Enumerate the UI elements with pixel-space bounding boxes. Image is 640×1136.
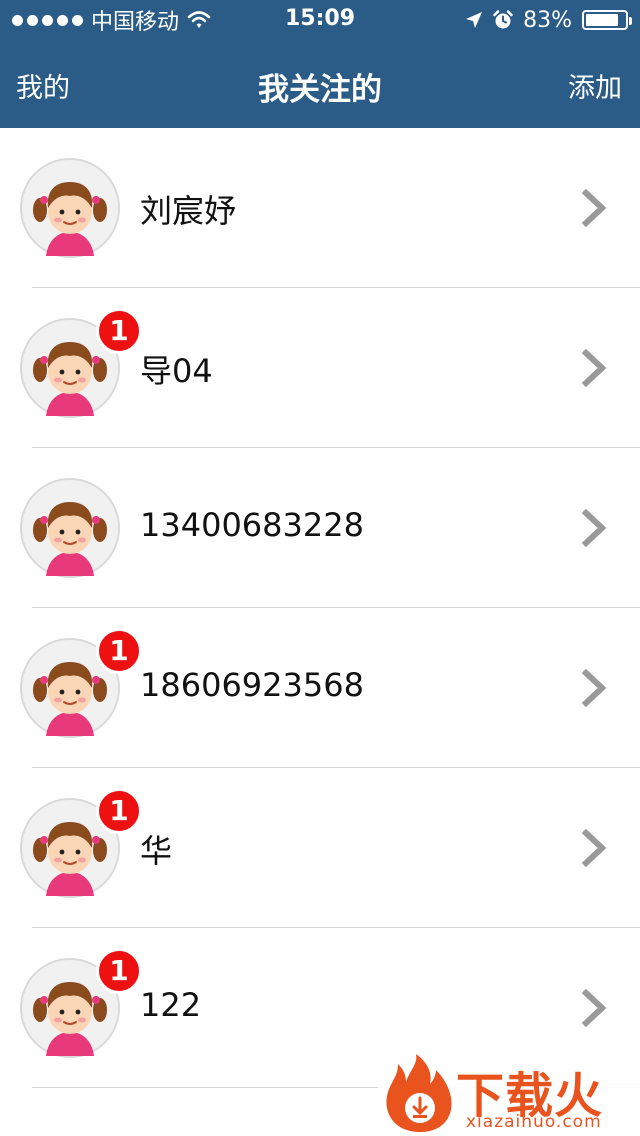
unread-badge: 1 [96, 788, 142, 834]
avatar-container: 1 [20, 308, 142, 418]
contact-row[interactable]: 13400683228 [0, 448, 640, 608]
chevron-right-icon [580, 508, 610, 548]
contact-name: 刘宸妤 [140, 192, 237, 230]
chevron-right-icon [580, 668, 610, 708]
battery-cap [629, 17, 632, 25]
contact-row[interactable]: 1 18606923568 [0, 608, 640, 768]
contact-row[interactable]: 1 导04 [0, 288, 640, 448]
watermark: 下载火 xiazaihuo.com [378, 1052, 640, 1136]
contact-name: 13400683228 [140, 506, 364, 544]
contact-name: 18606923568 [140, 666, 364, 704]
followed-list: 刘宸妤 1 导04 13400683228 1 18606923568 1 华 1 122 [0, 128, 640, 1088]
battery-percent: 83% [523, 7, 572, 33]
unread-badge: 1 [96, 948, 142, 994]
back-button-mine[interactable]: 我的 [16, 66, 70, 105]
avatar-container: 1 [20, 948, 142, 1058]
chevron-right-icon [580, 988, 610, 1028]
unread-badge: 1 [96, 308, 142, 354]
chevron-right-icon [580, 828, 610, 868]
avatar-container: 1 [20, 628, 142, 738]
alarm-icon [493, 10, 513, 29]
battery-icon [582, 10, 632, 30]
watermark-logo-icon [386, 1054, 452, 1132]
status-bar: 中国移动 15:09 83% [0, 0, 640, 40]
avatar-container [20, 158, 120, 258]
chevron-right-icon [580, 348, 610, 388]
contact-row[interactable]: 刘宸妤 [0, 128, 640, 288]
navigation-bar: 我的 我关注的 添加 [0, 40, 640, 128]
contact-name: 导04 [140, 352, 213, 390]
location-arrow-icon [466, 12, 483, 28]
watermark-url: xiazaihuo.com [466, 1112, 602, 1132]
contact-name: 华 [140, 832, 173, 870]
chevron-right-icon [580, 188, 610, 228]
avatar-container: 1 [20, 788, 142, 898]
unread-badge: 1 [96, 628, 142, 674]
status-right: 83% [465, 6, 632, 34]
add-button[interactable]: 添加 [568, 66, 622, 105]
avatar [20, 158, 120, 258]
top-bar: 中国移动 15:09 83% 我的 我关注的 添加 [0, 0, 640, 128]
page-title: 我关注的 [258, 72, 382, 108]
avatar-container [20, 478, 120, 578]
contact-row[interactable]: 1华 [0, 768, 640, 928]
avatar [20, 478, 120, 578]
battery-fill [586, 14, 618, 26]
contact-name: 122 [140, 986, 202, 1024]
